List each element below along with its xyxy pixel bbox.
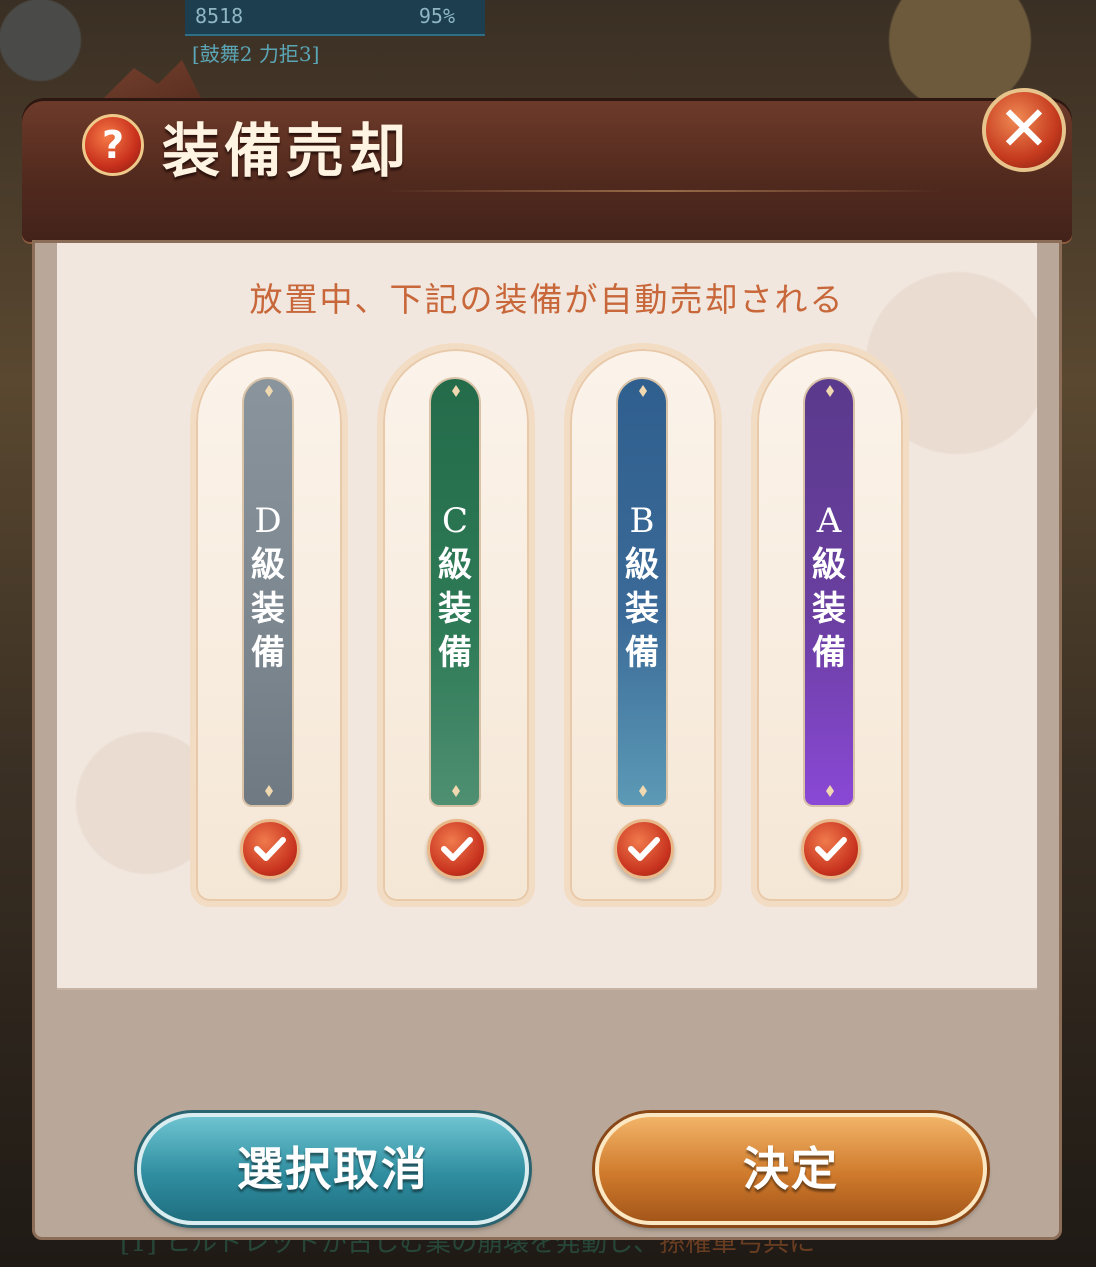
hud-bar: 8518 95% (185, 0, 485, 36)
close-icon[interactable]: ✕ (982, 88, 1066, 172)
grade-char: 級 (812, 545, 846, 585)
grade-card-b[interactable]: B 級 装 備 (564, 343, 722, 907)
gem-icon (265, 785, 273, 797)
grade-char: 備 (251, 633, 285, 673)
confirm-button[interactable]: 決定 (595, 1113, 987, 1225)
checkbox-b[interactable] (614, 819, 674, 879)
deselect-button[interactable]: 選択取消 (137, 1113, 529, 1225)
grade-char: 備 (625, 633, 659, 673)
gem-icon (639, 785, 647, 797)
grade-char: 級 (251, 545, 285, 585)
grade-letter: A (816, 501, 842, 541)
checkbox-c[interactable] (427, 819, 487, 879)
hud-percent: 95% (418, 4, 455, 28)
checkmark-icon (628, 837, 660, 861)
checkmark-icon (815, 837, 847, 861)
equipment-sell-dialog: ? 装備売却 ✕ 放置中、下記の装備が自動売却される D 級 装 備 C 級 装… (22, 60, 1072, 1240)
grade-letter: B (629, 501, 655, 541)
header-divider (382, 190, 942, 192)
gem-icon (639, 385, 647, 397)
grade-letter: D (254, 501, 282, 541)
grade-bar-c: C 級 装 備 (429, 377, 481, 807)
grade-label: D 級 装 備 (244, 499, 292, 675)
checkbox-a[interactable] (801, 819, 861, 879)
grade-char: 装 (251, 589, 285, 629)
grade-label: B 級 装 備 (618, 499, 666, 675)
grade-char: 級 (438, 545, 472, 585)
grade-label: A 級 装 備 (805, 499, 853, 675)
gem-icon (452, 385, 460, 397)
checkmark-icon (441, 837, 473, 861)
grade-label: C 級 装 備 (431, 499, 479, 675)
gem-icon (826, 785, 834, 797)
grade-char: 装 (812, 589, 846, 629)
gem-icon (826, 385, 834, 397)
dialog-body: 放置中、下記の装備が自動売却される D 級 装 備 C 級 装 備 B 級 装 … (32, 240, 1062, 1240)
gem-icon (265, 385, 273, 397)
grade-letter: C (441, 501, 468, 541)
grade-selection-panel: 放置中、下記の装備が自動売却される D 級 装 備 C 級 装 備 B 級 装 … (57, 243, 1037, 990)
auto-sell-description: 放置中、下記の装備が自動売却される (249, 280, 845, 319)
grade-card-a[interactable]: A 級 装 備 (751, 343, 909, 907)
grade-char: 装 (625, 589, 659, 629)
grade-char: 備 (438, 633, 472, 673)
gem-icon (452, 785, 460, 797)
grade-bar-b: B 級 装 備 (616, 377, 668, 807)
grade-bar-a: A 級 装 備 (803, 377, 855, 807)
grade-char: 級 (625, 545, 659, 585)
grade-char: 備 (812, 633, 846, 673)
checkmark-icon (254, 837, 286, 861)
dialog-title: 装備売却 (162, 117, 411, 185)
grade-card-c[interactable]: C 級 装 備 (377, 343, 535, 907)
hud-value: 8518 (195, 4, 244, 28)
question-icon[interactable]: ? (82, 114, 144, 176)
grade-char: 装 (438, 589, 472, 629)
grade-bar-d: D 級 装 備 (242, 377, 294, 807)
grade-card-d[interactable]: D 級 装 備 (190, 343, 348, 907)
checkbox-d[interactable] (240, 819, 300, 879)
